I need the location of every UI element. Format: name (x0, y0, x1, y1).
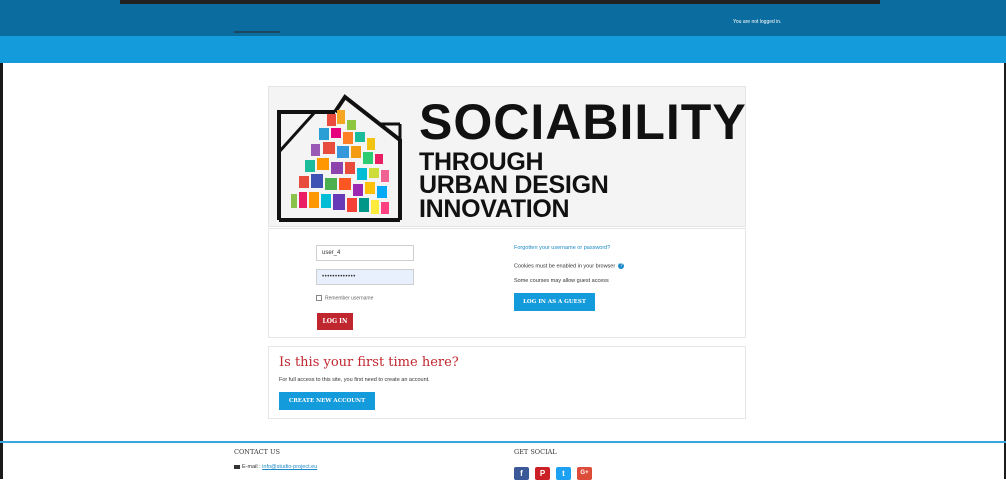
remember-username-checkbox[interactable] (316, 295, 322, 301)
contact-heading: CONTACT US (234, 448, 280, 456)
guest-access-note: Some courses may allow guest access (514, 278, 609, 284)
login-button[interactable]: LOG IN (317, 313, 353, 330)
cookies-notice-text: Cookies must be enabled in your browser (514, 263, 616, 270)
remember-username-row[interactable]: Remember username (316, 295, 373, 301)
email-label: E-mail : (242, 464, 263, 470)
site-logo-panel: SOCIABILITY THROUGH URBAN DESIGN INNOVAT… (268, 86, 746, 227)
cookies-notice: Cookies must be enabled in your browser? (514, 263, 625, 270)
facebook-icon[interactable]: f (514, 467, 529, 480)
remember-username-label: Remember username (325, 295, 374, 302)
guest-login-button[interactable]: LOG IN AS A GUEST (514, 293, 595, 311)
signup-heading: Is this your first time here? (279, 355, 459, 370)
site-name-link[interactable] (234, 31, 280, 33)
top-navbar: You are not logged in. (0, 0, 1006, 36)
footer-divider (0, 441, 1006, 443)
mail-icon (234, 464, 240, 469)
login-status-text: You are not logged in. (733, 19, 782, 25)
login-form-panel: user_4 ••••••••••••• Remember username L… (268, 228, 746, 338)
social-heading: GET SOCIAL (514, 448, 557, 456)
navbar-shadow (120, 0, 880, 4)
forgot-password-link[interactable]: Forgotten your username or password? (514, 245, 610, 251)
building-logo-icon (277, 94, 402, 222)
signup-panel: Is this your first time here? For full a… (268, 346, 746, 419)
pinterest-icon[interactable]: P (535, 467, 550, 480)
password-field[interactable]: ••••••••••••• (316, 269, 414, 285)
help-icon[interactable]: ? (618, 263, 625, 269)
email-link[interactable]: info@studio-project.eu (262, 464, 317, 470)
logo-title: SOCIABILITY (419, 94, 747, 150)
signup-description: For full access to this site, you first … (279, 377, 430, 383)
twitter-icon[interactable]: t (556, 467, 571, 480)
username-field[interactable]: user_4 (316, 245, 414, 261)
logo-subtitle-line-3: INNOVATION (419, 195, 570, 223)
create-account-button[interactable]: CREATE NEW ACCOUNT (279, 392, 375, 410)
google-plus-icon[interactable]: G+ (577, 467, 592, 480)
screen-edge-left (0, 0, 3, 479)
contact-email: E-mail : info@studio-project.eu (234, 464, 317, 470)
header-banner (0, 36, 1006, 63)
